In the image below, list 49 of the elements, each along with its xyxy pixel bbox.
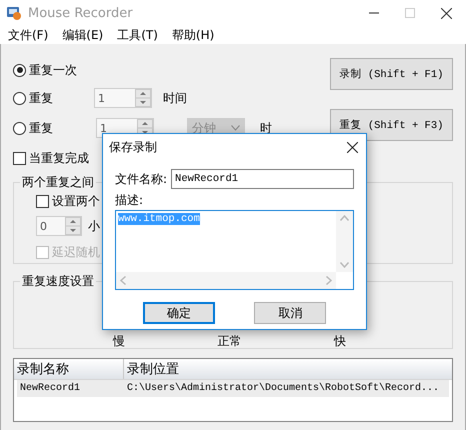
menu-item[interactable]: 编辑(E) (62, 26, 104, 44)
dialog-button[interactable]: 确定 (142, 302, 215, 324)
file-name-field[interactable]: NewRecord1 (171, 169, 354, 189)
close-icon[interactable] (441, 8, 452, 18)
chevron-right-icon (326, 276, 332, 285)
group-title: 两个重复之间 (20, 174, 96, 191)
menu-item[interactable]: 工具(T) (117, 26, 158, 44)
chevron-up-icon (340, 215, 349, 221)
table-cell-text: C:\Users\Administrator\Documents\RobotSoft\Record... (126, 383, 440, 394)
checkbox[interactable] (36, 194, 49, 208)
checkbox[interactable] (13, 152, 26, 164)
column-header[interactable]: 录制名称 (14, 359, 124, 379)
checkbox-label: 延迟随机 (52, 244, 100, 260)
radio-button[interactable] (13, 92, 26, 104)
app-icon (6, 5, 22, 21)
spin-field[interactable]: 0 (36, 216, 82, 236)
table-cell-text: NewRecord1 (19, 383, 82, 394)
action-button[interactable]: 重复 (Shift + F3) (330, 109, 453, 141)
unit-label: 时间 (163, 90, 187, 106)
speed-label: 正常 (218, 334, 242, 348)
window-title: Mouse Recorder (28, 6, 134, 20)
chevron-down-icon (340, 262, 349, 268)
dialog-title: 保存录制 (109, 138, 157, 156)
checkbox-label: 当重复完成 (29, 150, 89, 166)
spin-arrows-icon (65, 217, 81, 235)
close-icon[interactable] (347, 142, 358, 152)
menu-item[interactable]: 帮助(H) (172, 26, 214, 44)
speed-label: 快 (334, 334, 346, 348)
option-label: 重复一次 (29, 62, 77, 78)
selected-text: www.itmop.com (118, 213, 200, 225)
field-label: 文件名称: (115, 170, 168, 188)
radio-button[interactable] (13, 64, 26, 76)
spin-field[interactable]: 1 (94, 88, 152, 108)
column-header[interactable]: 录制位置 (124, 359, 452, 379)
option-label: 重复 (29, 90, 54, 106)
option-label: 重复 (29, 120, 54, 136)
speed-label: 慢 (113, 334, 125, 348)
dialog-button[interactable]: 取消 (254, 302, 326, 324)
radio-button[interactable] (13, 122, 26, 134)
unit-label: 小 (88, 218, 100, 234)
spin-arrows-icon (135, 89, 151, 107)
menu-item[interactable]: 文件(F) (8, 26, 48, 44)
checkbox-label: 设置两个 (52, 192, 100, 210)
unit-label: 时 (260, 120, 272, 136)
chevron-left-icon (120, 276, 126, 285)
field-label: 描述: (114, 192, 144, 209)
action-button[interactable]: 录制 (Shift + F1) (330, 58, 453, 90)
chevron-down-icon (231, 125, 240, 131)
list-row[interactable]: NewRecord1 C:\Users\Administrator\Documents\RobotSoft\Record... (17, 380, 449, 397)
